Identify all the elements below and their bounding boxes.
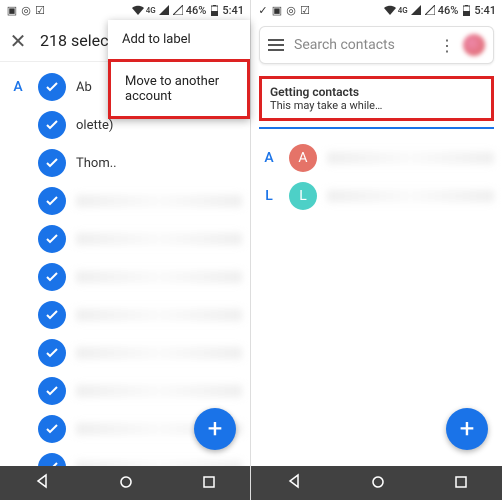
signal-icon [172,4,184,16]
network-label: 4G [398,6,408,15]
notification-icon: ◎ [20,4,32,16]
nav-home-icon[interactable] [119,474,133,493]
phone-right: ✓ ▣ ◎ ☑ 4G 46% 5:41 Search contacts ⋮ Ge… [251,0,502,500]
nav-recent-icon[interactable] [202,474,216,493]
progress-indicator [259,127,494,129]
battery-pct: 46% [438,4,459,17]
checkmark-icon[interactable] [38,111,66,139]
contact-avatar: L [289,182,317,210]
list-item[interactable] [0,334,250,372]
hamburger-icon[interactable] [268,36,284,55]
notification-icon: ▣ [271,4,283,16]
checkmark-icon[interactable] [38,415,66,443]
checkmark-icon[interactable] [38,377,66,405]
contact-name [327,152,494,164]
notification-icon: ✓ [257,4,269,16]
list-item[interactable] [0,182,250,220]
status-bar: ▣ ◎ ☑ 4G 46% 5:41 [0,0,250,20]
fab-add-contact[interactable]: + [194,408,236,450]
list-item[interactable] [0,296,250,334]
contact-name [76,347,242,359]
wifi-icon [132,4,144,16]
phone-left: ▣ ◎ ☑ 4G 46% 5:41 ✕ 218 selected Add to … [0,0,251,500]
android-nav-bar [251,466,502,500]
checkmark-icon[interactable] [38,301,66,329]
notification-icon: ▣ [6,4,18,16]
section-letter: L [259,188,279,204]
signal-icon [158,4,170,16]
contact-name [76,271,242,283]
list-item[interactable]: A A [251,139,502,177]
plus-icon: + [208,414,223,444]
account-avatar[interactable] [463,34,485,56]
notification-icon: ☑ [34,4,46,16]
android-nav-bar [0,466,250,500]
nav-back-icon[interactable] [34,473,50,493]
clock: 5:41 [474,4,496,17]
clock: 5:41 [222,4,244,17]
checkmark-icon[interactable] [38,339,66,367]
contact-name: olette) [76,118,242,133]
battery-icon [208,4,220,16]
contact-name: Thom.. [76,156,242,171]
checkmark-icon[interactable] [38,187,66,215]
banner-title: Getting contacts [270,85,483,99]
wifi-icon [384,4,396,16]
nav-back-icon[interactable] [286,473,302,493]
checkmark-icon[interactable] [38,73,66,101]
checkmark-icon[interactable] [38,225,66,253]
menu-add-to-label[interactable]: Add to label [108,20,250,59]
menu-move-account[interactable]: Move to another account [108,59,250,119]
notification-icon: ◎ [285,4,297,16]
status-bar: ✓ ▣ ◎ ☑ 4G 46% 5:41 [251,0,502,20]
plus-icon: + [460,414,475,444]
contact-avatar: A [289,144,317,172]
banner-subtitle: This may take a while… [270,99,483,112]
search-input[interactable]: Search contacts [294,37,429,53]
battery-pct: 46% [186,4,207,17]
list-item[interactable] [0,372,250,410]
list-item[interactable]: Thom.. [0,144,250,182]
signal-icon [410,4,422,16]
overflow-menu: Add to label Move to another account [108,20,250,119]
list-item[interactable] [0,220,250,258]
section-letter: A [8,79,28,95]
notification-icon: ☑ [299,4,311,16]
contact-name [76,233,242,245]
network-label: 4G [146,6,156,15]
close-icon[interactable]: ✕ [8,29,28,53]
contact-name [76,195,242,207]
signal-icon [424,4,436,16]
battery-icon [460,4,472,16]
checkmark-icon[interactable] [38,263,66,291]
list-item[interactable]: L L [251,177,502,215]
loading-banner: Getting contacts This may take a while… [259,76,494,121]
contact-name [76,385,242,397]
checkmark-icon[interactable] [38,149,66,177]
fab-add-contact[interactable]: + [446,408,488,450]
list-item[interactable] [0,258,250,296]
contact-name [76,309,242,321]
contact-name [327,190,494,202]
search-bar[interactable]: Search contacts ⋮ [259,26,494,64]
section-letter: A [259,150,279,166]
more-icon[interactable]: ⋮ [439,36,453,55]
nav-recent-icon[interactable] [454,474,468,493]
nav-home-icon[interactable] [371,474,385,493]
